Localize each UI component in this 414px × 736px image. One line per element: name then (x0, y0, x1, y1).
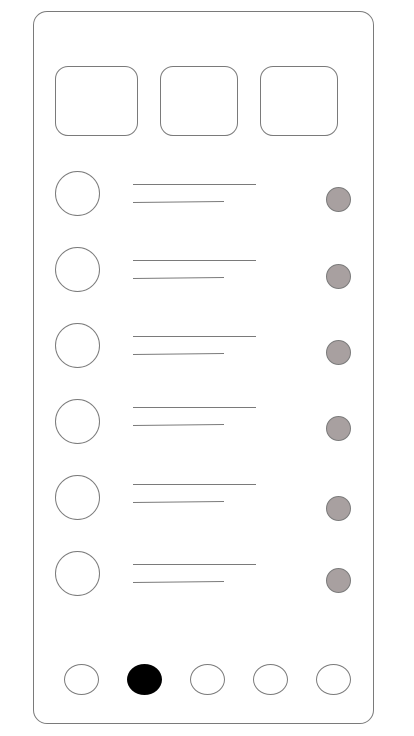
nav-item-2-active[interactable] (127, 664, 162, 695)
list-item[interactable] (34, 247, 375, 295)
list-item[interactable] (34, 551, 375, 599)
list-item-subtitle (34, 399, 35, 400)
list-item[interactable] (34, 171, 375, 219)
list-item-subtitle-line (132, 424, 225, 426)
list-item[interactable] (34, 323, 375, 371)
list-item-title-line (133, 184, 256, 185)
top-card-3[interactable] (260, 66, 338, 136)
list-item-title (34, 323, 35, 324)
nav-item-3[interactable] (190, 664, 225, 695)
list-item-subtitle (34, 323, 35, 324)
avatar (55, 171, 100, 216)
status-indicator (326, 264, 351, 289)
list-item-title (34, 171, 35, 172)
list-item[interactable] (34, 399, 375, 447)
nav-item-label (128, 665, 129, 666)
avatar (55, 323, 100, 368)
top-card-1[interactable] (55, 66, 138, 136)
list-item-title-line (133, 564, 256, 565)
nav-item-label (254, 665, 255, 666)
list-item-title (34, 247, 35, 248)
nav-item-label (65, 665, 66, 666)
avatar (55, 247, 100, 292)
top-card-label (56, 67, 57, 68)
nav-item-5[interactable] (316, 664, 351, 695)
list-item-subtitle (34, 475, 35, 476)
list-item-title-line (133, 336, 256, 337)
nav-item-1[interactable] (64, 664, 99, 695)
status-indicator (326, 416, 351, 441)
list-item-subtitle-line (132, 501, 225, 503)
list-item-subtitle-line (132, 353, 225, 355)
mobile-app-frame (33, 11, 374, 724)
list-item-subtitle (34, 171, 35, 172)
list-item-subtitle (34, 551, 35, 552)
status-indicator (326, 568, 351, 593)
list-item-subtitle-line (132, 581, 225, 583)
status-indicator (326, 340, 351, 365)
avatar (55, 399, 100, 444)
status-indicator (326, 187, 351, 212)
status-indicator (326, 496, 351, 521)
list-item-subtitle-line (132, 277, 225, 279)
bottom-navigation (34, 662, 375, 698)
list-item-title (34, 475, 35, 476)
list-item-subtitle (34, 247, 35, 248)
avatar (55, 551, 100, 596)
nav-item-label (317, 665, 318, 666)
list-item-title (34, 551, 35, 552)
top-card-2[interactable] (160, 66, 238, 136)
list-item-subtitle-line (132, 201, 225, 203)
nav-item-label (191, 665, 192, 666)
avatar (55, 475, 100, 520)
nav-item-4[interactable] (253, 664, 288, 695)
list-item-title-line (133, 260, 256, 261)
list-item-title (34, 399, 35, 400)
list-item-title-line (133, 484, 256, 485)
top-card-label (161, 67, 162, 68)
top-card-label (261, 67, 262, 68)
list-item[interactable] (34, 475, 375, 523)
list-item-title-line (133, 407, 256, 408)
